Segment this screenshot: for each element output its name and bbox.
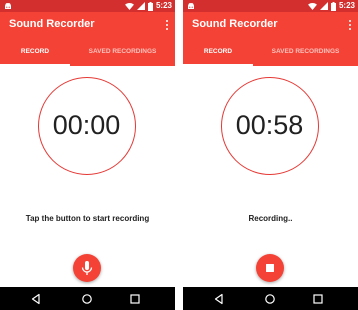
app-title: Sound Recorder bbox=[192, 18, 278, 30]
app-bar: Sound Recorder bbox=[183, 12, 358, 39]
signal-icon bbox=[136, 2, 145, 10]
record-button[interactable] bbox=[73, 254, 101, 282]
tab-bar: RECORD SAVED RECORDINGS bbox=[0, 39, 175, 66]
phone-screen-idle: 5:23 Sound Recorder RECORD SAVED RECORDI… bbox=[0, 0, 175, 310]
wifi-icon bbox=[125, 2, 134, 10]
recording-status-text: Tap the button to start recording bbox=[25, 214, 150, 223]
app-bar: Sound Recorder bbox=[0, 12, 175, 39]
battery-icon bbox=[147, 1, 153, 11]
tab-record[interactable]: RECORD bbox=[183, 39, 253, 66]
navigation-bar bbox=[0, 287, 175, 310]
signal-icon bbox=[319, 2, 328, 10]
android-notification-icon bbox=[5, 3, 11, 9]
phone-screen-recording: 5:23 Sound Recorder RECORD SAVED RECORDI… bbox=[183, 0, 358, 310]
android-notification-icon bbox=[188, 3, 194, 9]
app-title: Sound Recorder bbox=[9, 18, 95, 30]
tab-record[interactable]: RECORD bbox=[0, 39, 70, 66]
timer-circle: 00:00 bbox=[38, 77, 136, 175]
overflow-menu-icon[interactable] bbox=[348, 20, 351, 31]
wifi-icon bbox=[308, 2, 317, 10]
tab-indicator bbox=[183, 64, 253, 66]
status-clock: 5:23 bbox=[338, 1, 355, 10]
tab-indicator bbox=[0, 64, 70, 66]
home-icon[interactable] bbox=[81, 293, 93, 305]
status-clock: 5:23 bbox=[155, 1, 172, 10]
stop-button[interactable] bbox=[256, 254, 284, 282]
timer-display: 00:00 bbox=[52, 110, 121, 140]
microphone-icon bbox=[81, 261, 93, 275]
overflow-menu-icon[interactable] bbox=[165, 20, 168, 31]
back-icon[interactable] bbox=[213, 293, 225, 305]
recording-status-text: Recording.. bbox=[248, 214, 293, 223]
navigation-bar bbox=[183, 287, 358, 310]
timer-circle: 00:58 bbox=[221, 77, 319, 175]
tab-saved-recordings[interactable]: SAVED RECORDINGS bbox=[70, 39, 175, 66]
recents-icon[interactable] bbox=[129, 293, 141, 305]
back-icon[interactable] bbox=[30, 293, 42, 305]
recents-icon[interactable] bbox=[312, 293, 324, 305]
battery-icon bbox=[330, 1, 336, 11]
status-bar: 5:23 bbox=[0, 0, 175, 12]
stop-icon bbox=[266, 264, 274, 272]
status-bar: 5:23 bbox=[183, 0, 358, 12]
tab-bar: RECORD SAVED RECORDINGS bbox=[183, 39, 358, 66]
timer-display: 00:58 bbox=[235, 110, 304, 140]
tab-saved-recordings[interactable]: SAVED RECORDINGS bbox=[253, 39, 358, 66]
home-icon[interactable] bbox=[264, 293, 276, 305]
